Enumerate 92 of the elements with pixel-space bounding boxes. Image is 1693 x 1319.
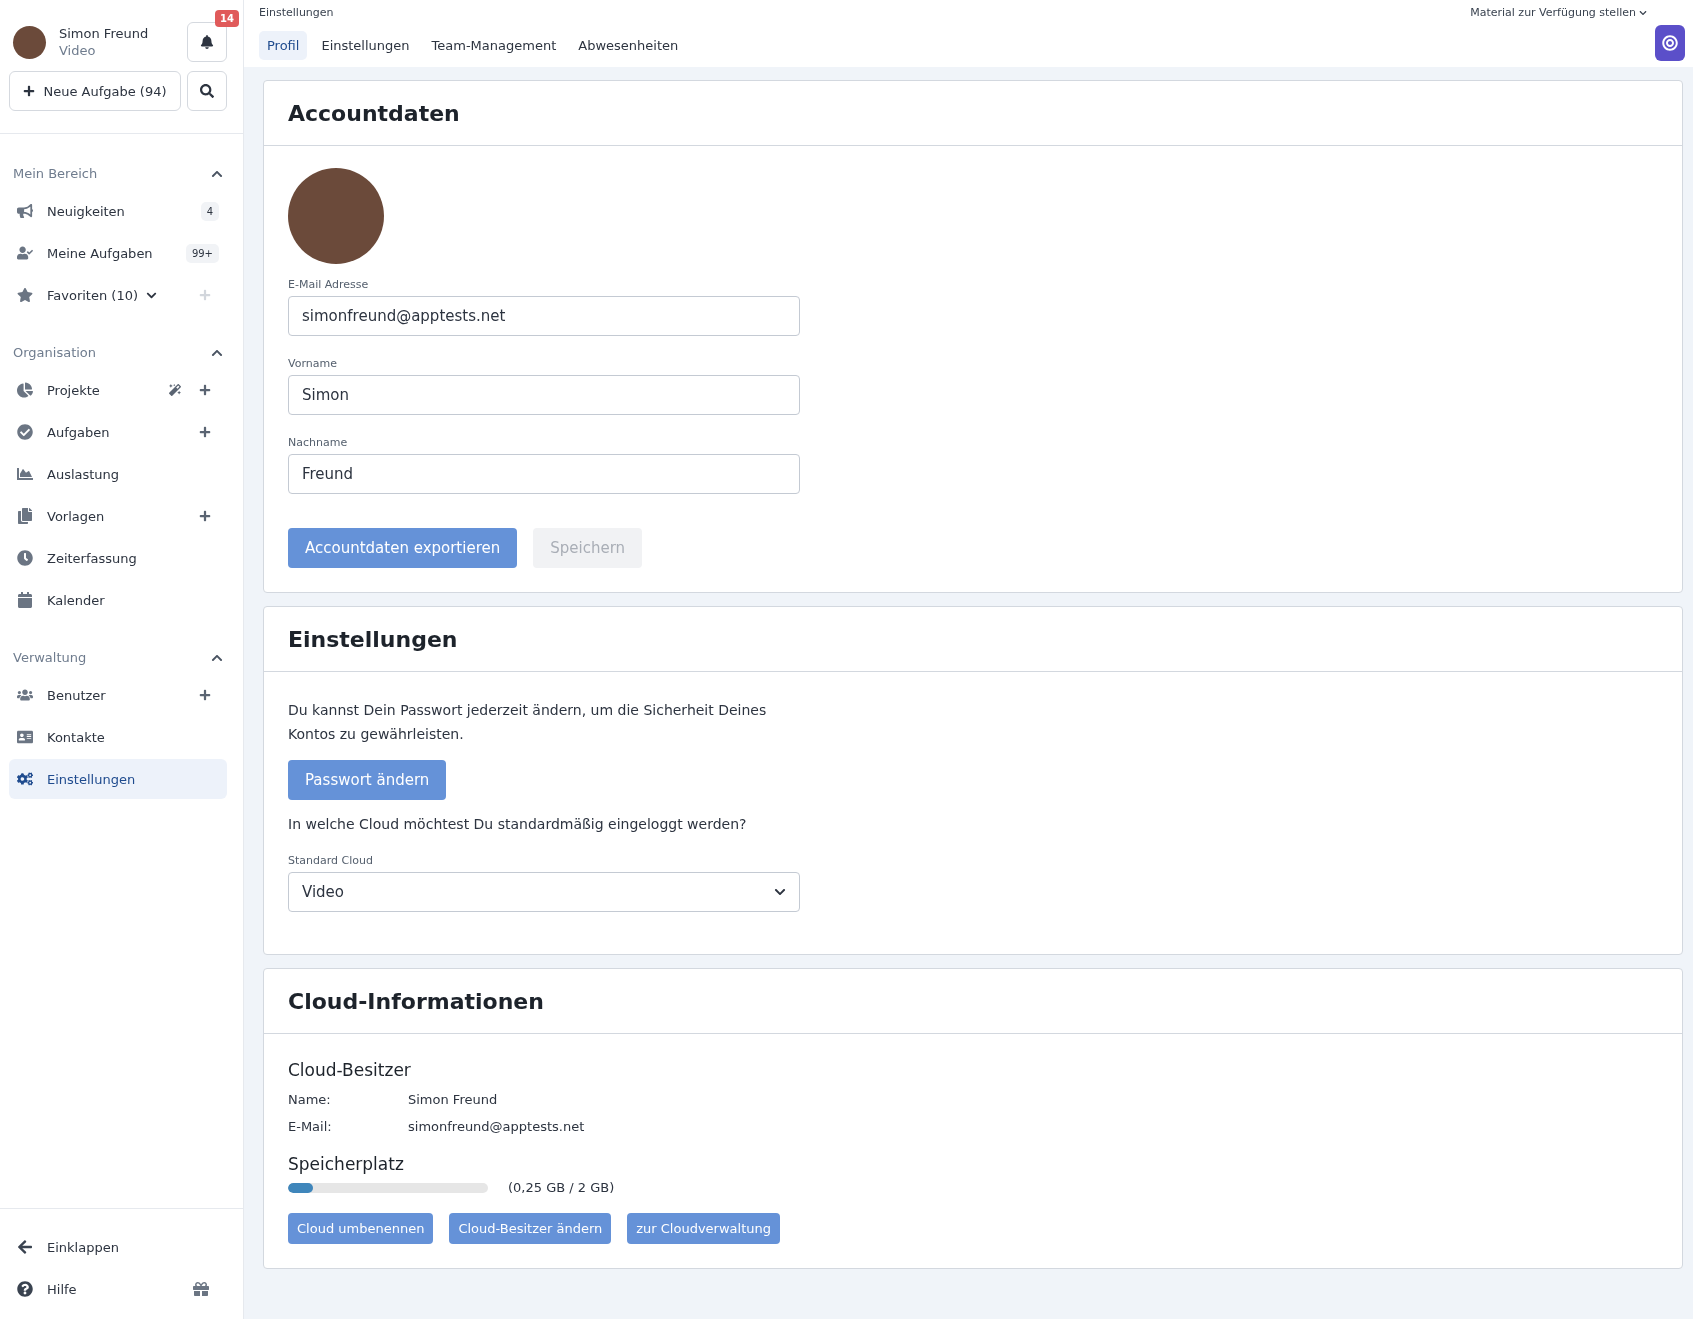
sidebar-item[interactable]: Vorlagen <box>9 496 227 536</box>
item-label: Hilfe <box>47 1281 77 1297</box>
plus-icon[interactable] <box>199 510 211 522</box>
text-field[interactable]: Simon <box>288 375 800 415</box>
item-label: Benutzer <box>47 687 106 703</box>
info-value: Simon Freund <box>408 1092 498 1107</box>
section-title: Organisation <box>13 345 97 360</box>
documents-icon <box>17 508 33 524</box>
item-label: Projekte <box>47 382 100 398</box>
search-button[interactable] <box>187 71 227 111</box>
sidebar-item[interactable]: Neuigkeiten 4 <box>9 191 227 231</box>
info-value: simonfreund@apptests.net <box>408 1119 585 1134</box>
tab[interactable]: Einstellungen <box>313 31 418 60</box>
users-icon <box>17 687 33 703</box>
item-label: Einstellungen <box>47 771 136 787</box>
sidebar-item[interactable]: Kalender <box>9 580 227 620</box>
field-label: E-Mail Adresse <box>288 278 370 291</box>
card-title: Einstellungen <box>264 607 1682 672</box>
sidebar-item[interactable]: Zeiterfassung <box>9 538 227 578</box>
notification-count: 14 <box>215 10 239 27</box>
pie-chart-icon <box>17 382 33 398</box>
sidebar-item[interactable]: Einklappen <box>9 1227 227 1267</box>
tab[interactable]: Profil <box>259 31 308 60</box>
megaphone-icon <box>17 203 33 219</box>
field-label: Standard Cloud <box>288 854 374 867</box>
sidebar-item[interactable]: Benutzer <box>9 675 227 715</box>
breadcrumb: Einstellungen <box>259 6 335 19</box>
chevron-down-icon <box>1639 8 1647 17</box>
item-label: Einklappen <box>47 1239 119 1255</box>
target-icon <box>1662 35 1678 51</box>
item-label: Kalender <box>47 592 105 608</box>
bell-icon <box>200 35 214 49</box>
user-avatar <box>13 25 46 59</box>
calendar-icon <box>17 592 33 608</box>
item-label: Aufgaben <box>47 424 110 440</box>
user-name: Simon Freund <box>59 25 150 42</box>
item-count: 99+ <box>185 243 219 263</box>
sidebar-item[interactable]: Favoriten (10) <box>9 275 227 315</box>
gift-icon[interactable] <box>193 1281 209 1297</box>
help-icon <box>17 1281 33 1297</box>
magic-wand-icon[interactable] <box>169 384 181 396</box>
app-launcher-button[interactable] <box>1655 25 1685 61</box>
password-info-text: Du kannst Dein Passwort jederzeit ändern, um die Sicherheit Deines Kontos zu gewährleisten. <box>288 701 768 744</box>
user-cloud: Video <box>59 42 97 59</box>
item-label: Zeiterfassung <box>47 550 137 566</box>
info-label: E-Mail: <box>288 1119 333 1134</box>
item-count: 4 <box>200 201 219 221</box>
notifications-button[interactable] <box>187 22 227 62</box>
chevron-down-icon <box>774 886 786 898</box>
plus-icon[interactable] <box>199 426 211 438</box>
user-check-icon <box>17 245 33 261</box>
contact-card-icon <box>17 729 33 745</box>
text-field[interactable]: Freund <box>288 454 800 494</box>
item-label: Meine Aufgaben <box>47 245 153 261</box>
cloud-select[interactable]: Video <box>288 872 800 912</box>
item-label: Neuigkeiten <box>47 203 125 219</box>
settings-icon <box>17 771 33 787</box>
sidebar-item[interactable]: Einstellungen <box>9 759 227 799</box>
item-label: Favoriten (10) <box>47 287 138 303</box>
card-title: Accountdaten <box>264 81 1682 146</box>
info-label: Name: <box>288 1092 332 1107</box>
tab[interactable]: Team-Management <box>423 31 565 60</box>
item-label: Auslastung <box>47 466 120 482</box>
area-chart-icon <box>17 466 33 482</box>
sidebar-item[interactable]: Auslastung <box>9 454 227 494</box>
sidebar-item[interactable]: Projekte <box>9 370 227 410</box>
sidebar-item[interactable]: Hilfe <box>9 1269 227 1309</box>
material-menu[interactable]: Material zur Verfügung stellen <box>1470 6 1647 19</box>
item-label: Kontakte <box>47 729 105 745</box>
section-subtitle: Cloud-Besitzer <box>288 1060 412 1080</box>
cloud-question-text: In welche Cloud möchtest Du standardmäßig eingeloggt werden? <box>288 815 748 834</box>
card-title: Cloud-Informationen <box>264 969 1682 1034</box>
plus-icon[interactable] <box>199 689 211 701</box>
sidebar-item[interactable]: Meine Aufgaben 99+ <box>9 233 227 273</box>
new-task-button[interactable]: Neue Aufgabe (94) <box>9 71 181 111</box>
arrow-left-icon <box>17 1239 33 1255</box>
field-label: Nachname <box>288 436 349 449</box>
star-icon <box>17 287 33 303</box>
sidebar-item[interactable]: Kontakte <box>9 717 227 757</box>
item-label: Vorlagen <box>47 508 105 524</box>
sidebar-item[interactable]: Aufgaben <box>9 412 227 452</box>
section-title: Verwaltung <box>13 650 87 665</box>
text-field[interactable]: simonfreund@apptests.net <box>288 296 800 336</box>
plus-icon <box>23 85 36 97</box>
search-icon <box>200 84 214 98</box>
section-subtitle: Speicherplatz <box>288 1154 405 1174</box>
section-title: Mein Bereich <box>13 166 98 181</box>
tab[interactable]: Abwesenheiten <box>570 31 687 60</box>
field-label: Vorname <box>288 357 338 370</box>
storage-reading: (0,25 GB / 2 GB) <box>508 1180 615 1195</box>
plus-icon[interactable] <box>199 384 211 396</box>
clock-icon <box>17 550 33 566</box>
